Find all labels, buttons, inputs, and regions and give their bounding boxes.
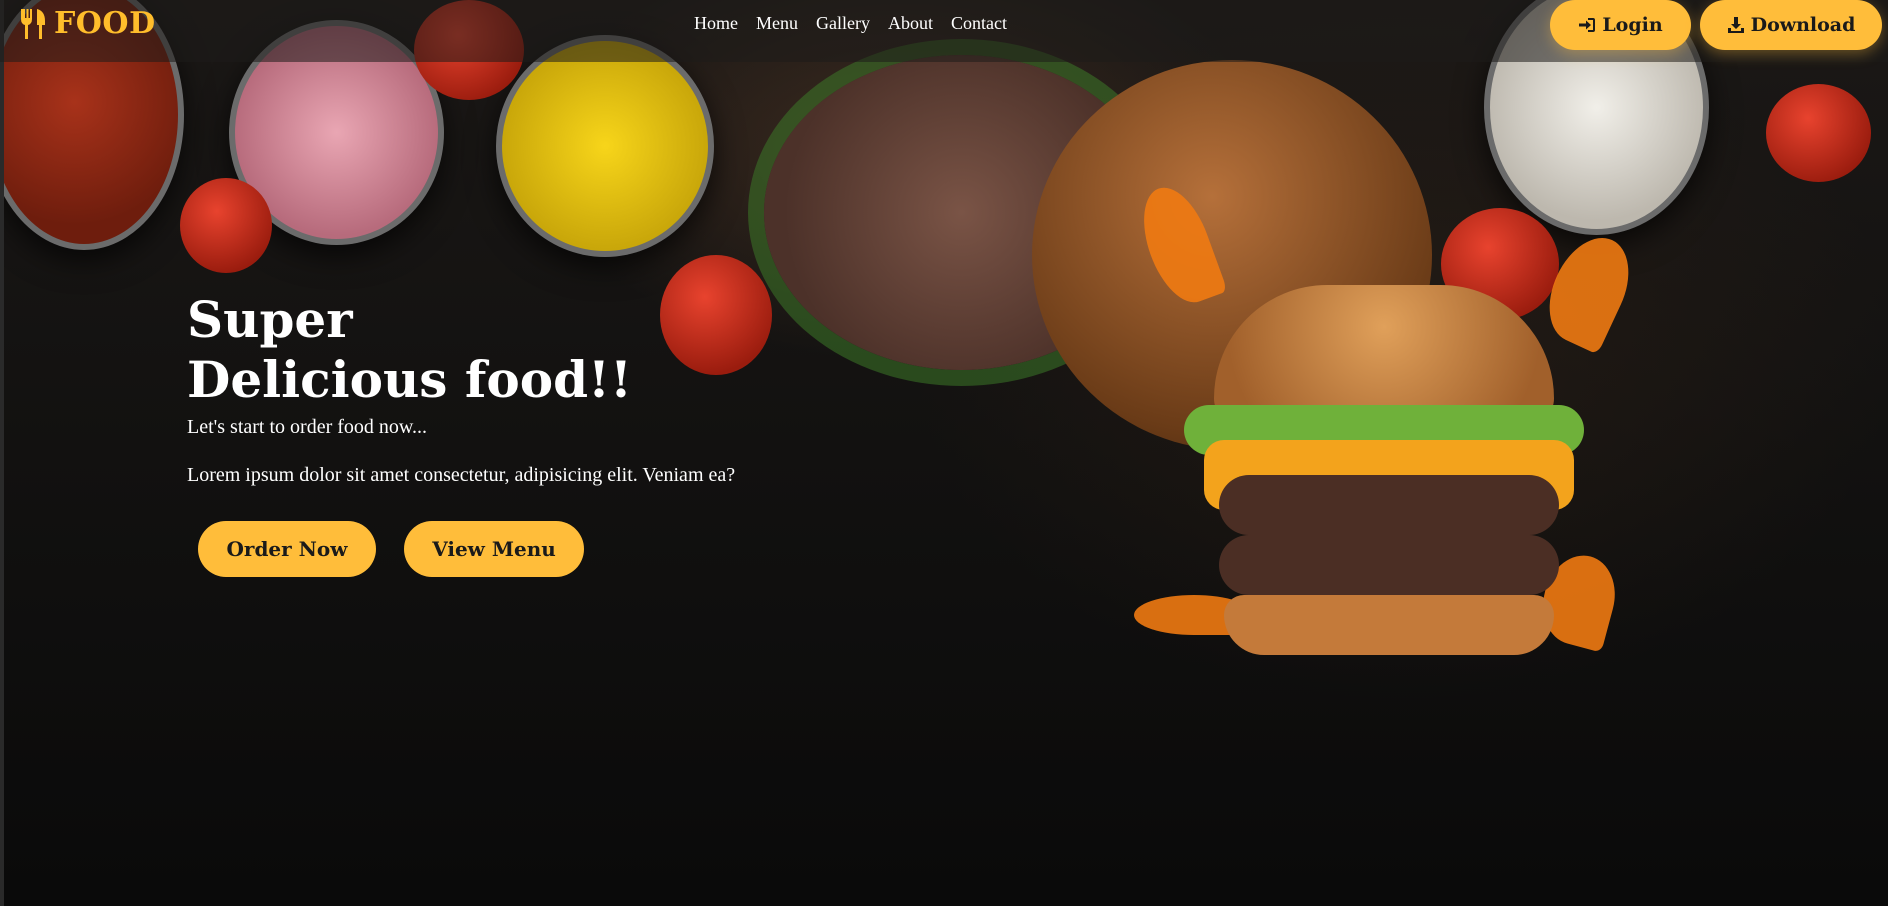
hero-subtitle: Let's start to order food now...: [187, 416, 428, 438]
nav-gallery-link[interactable]: Gallery: [816, 13, 870, 34]
hero-title-line1: Super: [187, 290, 353, 349]
order-now-button[interactable]: Order Now: [198, 521, 376, 577]
tomato: [660, 255, 772, 375]
navbar: FOOD Home Menu Gallery About Contact Log…: [0, 0, 1888, 62]
brand-name: FOOD: [54, 6, 156, 41]
brand-logo[interactable]: FOOD: [18, 6, 156, 41]
nav-contact-link[interactable]: Contact: [951, 13, 1007, 34]
hero-burger-image: [1124, 175, 1644, 685]
login-label: Login: [1602, 14, 1663, 36]
nav-menu-link[interactable]: Menu: [756, 13, 798, 34]
hero-title-line2: Delicious food!!: [187, 350, 632, 409]
utensils-icon: [18, 8, 48, 40]
hero-title: Super Delicious food!!: [187, 290, 632, 410]
login-button[interactable]: Login: [1550, 0, 1691, 50]
view-menu-button[interactable]: View Menu: [404, 521, 584, 577]
tomato: [1766, 84, 1871, 182]
nav-home-link[interactable]: Home: [694, 13, 738, 34]
download-icon: [1727, 16, 1745, 34]
hero-description: Lorem ipsum dolor sit amet consectetur, …: [187, 464, 736, 486]
tomato: [180, 178, 272, 273]
sign-in-icon: [1578, 16, 1596, 34]
download-label: Download: [1750, 14, 1856, 36]
nav-links: Home Menu Gallery About Contact: [694, 13, 1025, 34]
hero-background-image: [4, 0, 1888, 906]
mustard-bowl: [496, 35, 714, 257]
download-button[interactable]: Download: [1700, 0, 1882, 50]
nav-about-link[interactable]: About: [888, 13, 933, 34]
